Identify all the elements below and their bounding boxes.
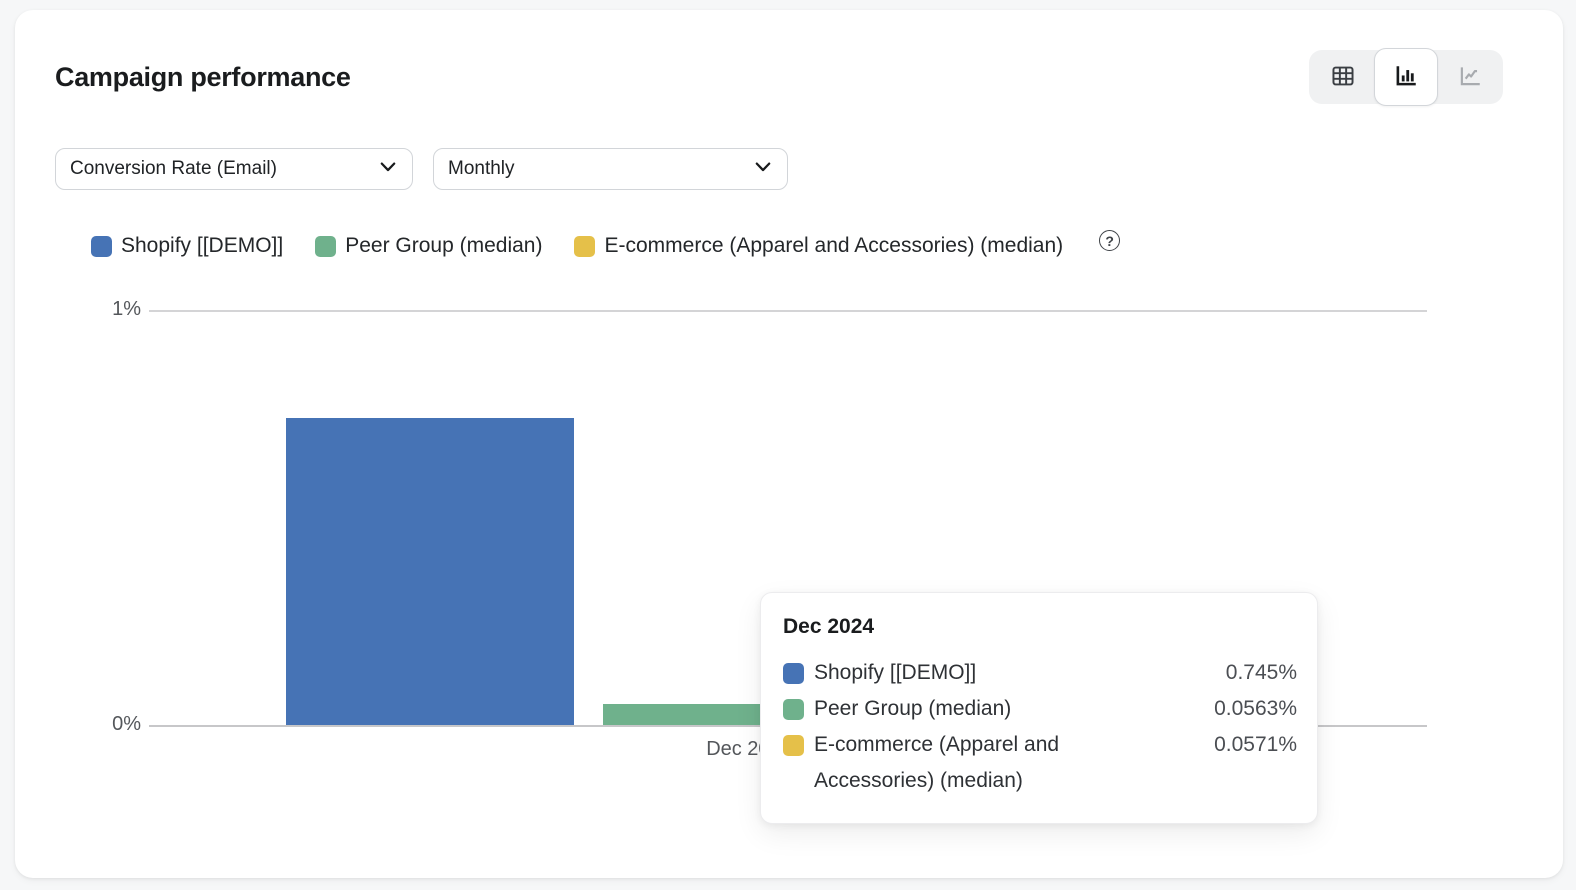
legend-item-shopify: Shopify [[DEMO]] [91, 234, 283, 258]
bar-chart-icon [1393, 63, 1419, 92]
tooltip-swatch [783, 735, 804, 756]
legend-swatch [91, 236, 112, 257]
tooltip-swatch [783, 699, 804, 720]
metric-select[interactable]: Conversion Rate (Email) [55, 148, 413, 190]
page-title: Campaign performance [55, 62, 351, 93]
y-axis-tick-1pct: 1% [15, 298, 141, 321]
legend-label: Peer Group (median) [345, 234, 542, 258]
granularity-select-value: Monthly [448, 158, 515, 180]
legend-item-ecommerce: E-commerce (Apparel and Accessories) (me… [574, 234, 1063, 258]
tooltip-row-value: 0.745% [1226, 655, 1297, 691]
chart-view-toggle [1309, 50, 1503, 104]
tooltip-row: Shopify [[DEMO]] 0.745% [781, 655, 1297, 691]
chevron-down-icon [754, 158, 772, 181]
tooltip-row: E-commerce (Apparel and Accessories) (me… [781, 727, 1297, 799]
table-view-button[interactable] [1311, 52, 1374, 102]
help-circle-icon[interactable]: ? [1099, 230, 1120, 251]
tooltip-swatch [783, 663, 804, 684]
line-chart-icon [1457, 63, 1483, 92]
metric-select-value: Conversion Rate (Email) [70, 158, 277, 180]
chevron-down-icon [379, 158, 397, 181]
granularity-select[interactable]: Monthly [433, 148, 788, 190]
legend-swatch [574, 236, 595, 257]
tooltip-title: Dec 2024 [783, 615, 1295, 639]
table-icon [1330, 63, 1356, 92]
y-axis-tick-0pct: 0% [15, 713, 141, 736]
tooltip-row-value: 0.0563% [1214, 691, 1297, 727]
tooltip-row: Peer Group (median) 0.0563% [781, 691, 1297, 727]
legend-label: Shopify [[DEMO]] [121, 234, 283, 258]
tooltip-row-label: Peer Group (median) [814, 691, 1144, 727]
bar-shopify[interactable] [286, 418, 574, 727]
chart-legend: Shopify [[DEMO]] Peer Group (median) E-c… [91, 234, 1120, 258]
tooltip-row-label: E-commerce (Apparel and Accessories) (me… [814, 727, 1144, 799]
campaign-performance-card: Campaign performance [15, 10, 1563, 878]
tooltip-row-value: 0.0571% [1214, 727, 1297, 763]
legend-item-peer-group: Peer Group (median) [315, 234, 542, 258]
bar-chart-view-button[interactable] [1374, 48, 1438, 106]
gridline-1pct [149, 310, 1427, 312]
line-chart-view-button[interactable] [1438, 52, 1501, 102]
tooltip-row-label: Shopify [[DEMO]] [814, 655, 1144, 691]
legend-swatch [315, 236, 336, 257]
legend-label: E-commerce (Apparel and Accessories) (me… [604, 234, 1063, 258]
chart-tooltip: Dec 2024 Shopify [[DEMO]] 0.745% Peer Gr… [760, 592, 1318, 824]
